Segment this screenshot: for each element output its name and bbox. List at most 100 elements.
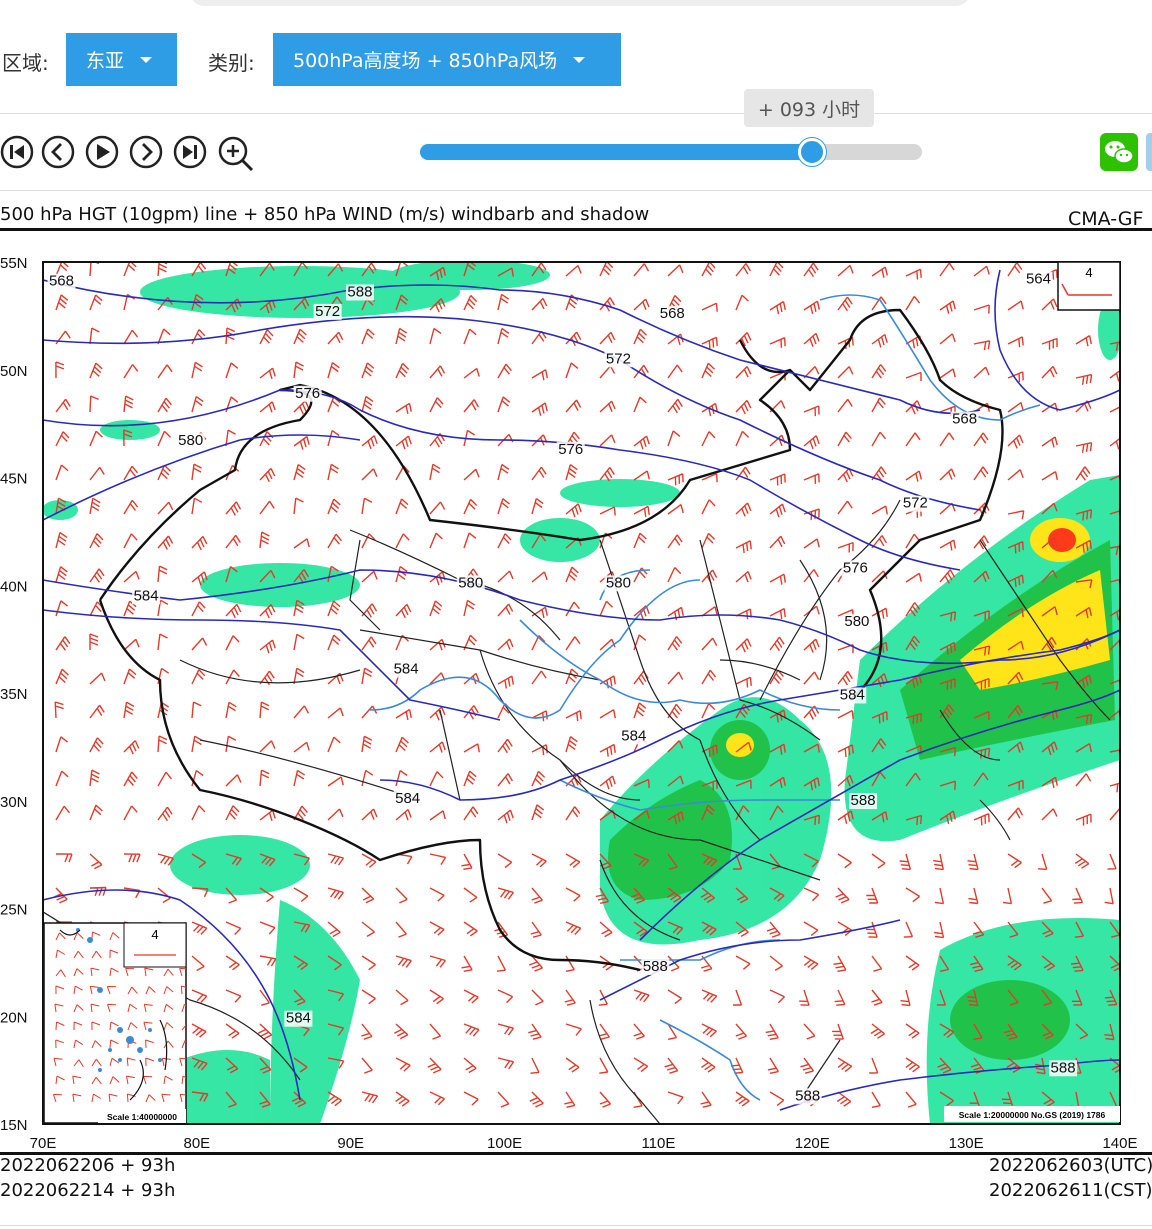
- wind-barb: [89, 466, 105, 481]
- wind-barb: [395, 708, 412, 721]
- region-label: 区域:: [2, 51, 49, 75]
- zoom-in-button[interactable]: [217, 135, 255, 173]
- play-button[interactable]: [85, 135, 119, 169]
- wind-barb: [293, 741, 310, 753]
- region-dropdown[interactable]: 东亚: [66, 33, 177, 86]
- wind-barb: [565, 806, 581, 821]
- inset-scale: Scale 1:40000000: [107, 1112, 177, 1122]
- top-search-bar[interactable]: [190, 0, 970, 6]
- wind-barb: [803, 332, 820, 347]
- wind-barb: [89, 737, 104, 753]
- wind-barb: [973, 340, 991, 351]
- wind-barb: [123, 853, 141, 863]
- wind-barb: [870, 1023, 886, 1039]
- next-frame-button[interactable]: [129, 135, 163, 169]
- wind-barb: [259, 329, 274, 345]
- wind-barb: [497, 396, 511, 413]
- wind-barb: [871, 853, 886, 869]
- wind-barb: [429, 955, 446, 968]
- wind-barb: [429, 741, 446, 753]
- wind-barb: [905, 1091, 917, 1108]
- wind-barb: [395, 362, 410, 379]
- wind-barb: [89, 294, 103, 311]
- wind-barb: [293, 538, 310, 549]
- wind-barb: [633, 328, 647, 345]
- wind-barb: [1007, 336, 1024, 348]
- wind-barb: [565, 601, 580, 617]
- wind-barb: [395, 808, 412, 821]
- wind-barb: [939, 468, 956, 481]
- wind-barb: [531, 989, 544, 1006]
- wind-barb: [834, 989, 846, 1006]
- contour-label: 576: [843, 559, 868, 576]
- wind-barb: [395, 1091, 410, 1107]
- wind-barb: [225, 635, 240, 651]
- contour-label: 588: [643, 958, 668, 975]
- wind-barb: [803, 955, 819, 970]
- previous-frame-button[interactable]: [41, 135, 75, 169]
- wind-barb: [667, 430, 681, 447]
- wind-barb: [905, 572, 922, 583]
- first-frame-button[interactable]: [0, 135, 34, 169]
- wind-barb: [905, 295, 921, 311]
- wind-barb: [123, 395, 134, 413]
- wind-barb: [769, 989, 785, 1004]
- wind-barb: [497, 638, 514, 651]
- wind-barb: [191, 735, 203, 753]
- wind-barb: [123, 638, 140, 651]
- wind-barb: [429, 706, 446, 721]
- wind-barb: [1007, 300, 1024, 311]
- category-dropdown[interactable]: 500hPa高度场 + 850hPa风场: [273, 33, 621, 86]
- time-slider-handle[interactable]: [797, 138, 826, 166]
- map-scale-note: Scale 1:20000000 No.GS (2019) 1786: [944, 1106, 1120, 1122]
- wind-barb: [55, 531, 68, 549]
- wind-barb: [225, 989, 242, 1003]
- wind-barb: [1109, 369, 1120, 382]
- wind-barb: [531, 770, 546, 787]
- wind-barb: [565, 464, 578, 481]
- wechat-share-button[interactable]: [1100, 133, 1138, 171]
- latitude-labels: 55N 50N 45N 40N 35N 30N 25N 20N 15N: [0, 255, 28, 1134]
- wind-barb: [327, 498, 341, 515]
- wind-barb: [735, 608, 752, 620]
- wind-barb: [633, 670, 649, 686]
- wind-barb: [735, 638, 752, 653]
- wind-barb: [701, 532, 716, 549]
- wind-barb: [496, 955, 507, 972]
- wind-barb: [528, 1023, 542, 1040]
- wind-barb: [429, 810, 446, 821]
- wind-barb: [429, 1091, 445, 1106]
- wind-barb: [905, 887, 921, 903]
- svg-text:Scale 1:20000000 No.GS (2019): Scale 1:20000000 No.GS (2019) 1786: [959, 1110, 1106, 1120]
- share-button[interactable]: [1146, 133, 1152, 171]
- time-slider[interactable]: [420, 138, 922, 166]
- wind-barb: [327, 707, 344, 719]
- wind-barb: [835, 887, 850, 904]
- wind-barb: [361, 570, 378, 583]
- model-source: CMA-GF: [1068, 208, 1144, 230]
- wind-barb: [395, 327, 408, 345]
- wind-barb: [803, 887, 820, 902]
- wind-barb: [1109, 437, 1120, 450]
- contour-label: 572: [606, 350, 631, 367]
- wind-barb: [361, 1057, 373, 1074]
- last-frame-button[interactable]: [173, 135, 207, 169]
- wind-barb: [837, 500, 853, 515]
- wind-barb: [769, 300, 786, 315]
- contour-label: 584: [395, 790, 420, 807]
- wind-barb: [327, 808, 344, 821]
- wind-barb: [599, 775, 616, 790]
- wind-barb: [599, 600, 613, 617]
- wind-barb: [565, 399, 582, 413]
- wind-barb: [89, 633, 99, 650]
- wind-barb: [89, 672, 106, 685]
- wind-barb: [191, 601, 206, 617]
- wind-barb: [833, 955, 847, 972]
- wind-barb: [1075, 466, 1091, 481]
- wind-barb: [259, 367, 276, 380]
- wind-barb: [327, 776, 344, 787]
- wind-barb: [599, 1057, 609, 1074]
- wind-barb: [89, 704, 105, 719]
- wind-barb: [361, 435, 378, 450]
- wind-barb: [633, 470, 650, 481]
